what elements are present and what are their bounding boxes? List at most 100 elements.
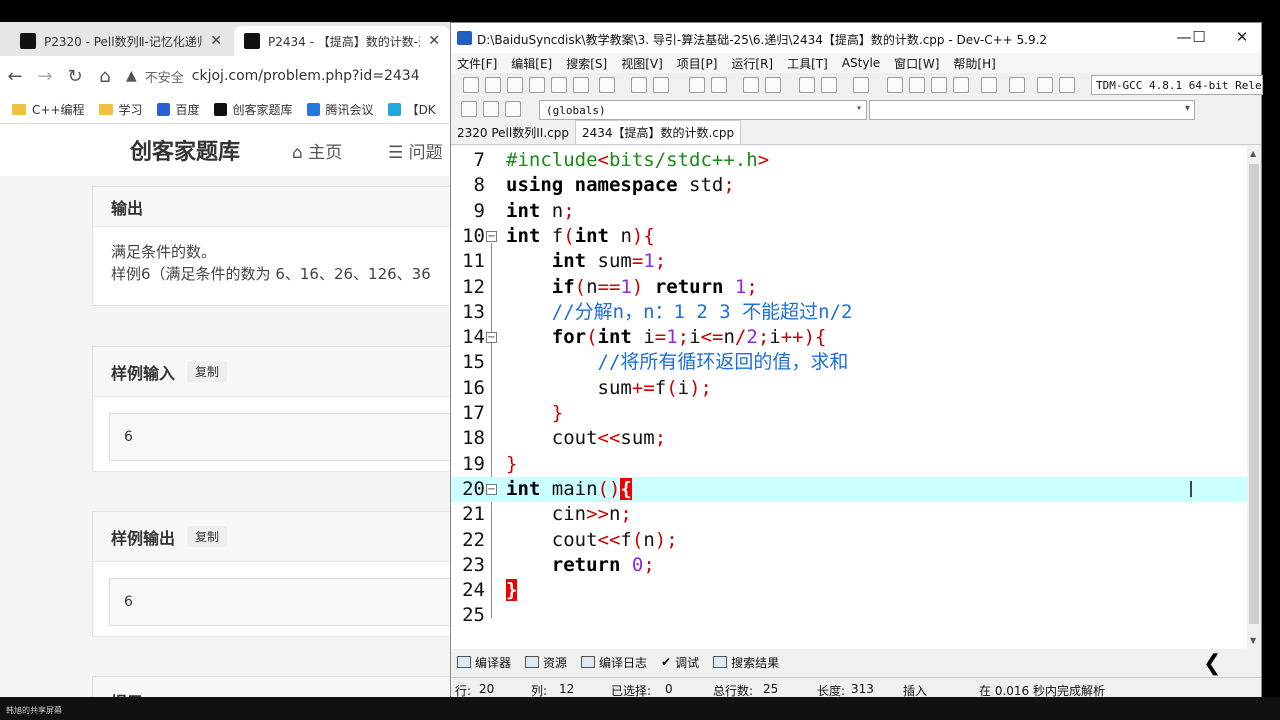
card-header: 样例输入 复制 [93,347,460,397]
tab-debug[interactable]: ✔ 调试 [661,654,699,671]
window-titlebar: D:\BaiduSyncdisk\教学教案\3. 导引-算法基础-25\6.递归… [451,23,1261,53]
code-line: 25 [462,604,485,627]
undo-icon[interactable] [631,77,647,93]
forward-arrow-icon[interactable]: → [30,66,60,87]
scroll-up-icon[interactable]: ▲ [1250,149,1256,158]
site-logo[interactable]: 创客家题库 [130,134,240,166]
save-icon[interactable] [507,77,523,93]
scroll-down-icon[interactable]: ▼ [1250,636,1256,645]
menu-run[interactable]: 运行[R] [731,55,773,72]
tencent-meeting-icon [306,103,320,116]
chart-icon[interactable] [1037,77,1053,93]
bottom-panel-tabs: 编译器 资源 编译日志 ✔ 调试 搜索结果 [451,649,1261,675]
scope-select[interactable]: (globals) ▾ [539,100,867,120]
copy-button[interactable]: 复制 [187,361,228,382]
menu-astyle[interactable]: AStyle [842,56,880,70]
redo-icon[interactable] [653,77,669,93]
fold-toggle-icon[interactable]: − [486,332,497,344]
rebuild-icon[interactable] [953,77,969,93]
bookmark-icon[interactable] [853,77,869,93]
menu-window[interactable]: 窗口[W] [894,55,939,72]
home-icon[interactable]: ⌂ [90,66,120,87]
symbol-select[interactable]: ▾ [869,100,1195,120]
goto-class-icon[interactable] [483,101,499,117]
resource-icon [525,656,540,668]
sample-input-card: 样例输入 复制 6 [92,346,460,472]
maximize-icon[interactable]: ☐ [1184,28,1214,46]
browser-tab-p2434[interactable]: P2434 - 【提高】数的计数-递推 ✕ [234,26,450,56]
tab-compiler[interactable]: 编译器 [457,654,511,671]
copy-button[interactable]: 复制 [187,526,228,547]
chevron-left-icon[interactable]: ❮ [1203,651,1221,676]
compile-icon[interactable] [887,77,903,93]
print-icon[interactable] [599,77,615,93]
bookmark-dk[interactable]: 【DK [387,101,436,118]
check-icon: ✔ [661,655,672,669]
bookmark-tencent-meeting[interactable]: 腾讯会议 [306,101,374,118]
browser-tab-p2320[interactable]: P2320 - Pell数列Ⅱ-记忆化递归 ✕ [10,26,232,56]
tab-compile-log[interactable]: 编译日志 [581,654,647,671]
profile-icon[interactable] [1059,77,1075,93]
tab-file-2320[interactable]: 2320 Pell数列II.cpp [451,121,575,144]
fold-toggle-icon[interactable]: − [486,483,497,495]
menu-edit[interactable]: 编辑[E] [511,55,552,72]
address-bar[interactable]: ▲ 不安全 ckjoj.com/problem.php?id=2434 [126,67,420,86]
goto-next-icon[interactable] [821,77,837,93]
window-title: D:\BaiduSyncdisk\教学教案\3. 导引-算法基础-25\6.递归… [477,33,1048,47]
close-file-icon[interactable] [551,77,567,93]
close-icon[interactable]: ✕ [428,33,440,49]
tab-title: P2434 - 【提高】数的计数-递推 [268,34,420,49]
find-icon[interactable] [689,77,705,93]
close-icon[interactable]: ✕ [1227,28,1257,46]
save-all-icon[interactable] [529,77,545,93]
insert-icon[interactable] [505,101,521,117]
tab-search-results[interactable]: 搜索结果 [713,654,779,671]
compiler-select[interactable]: TDM-GCC 4.8.1 64-bit Release [1091,75,1263,95]
replace-icon[interactable] [711,77,727,93]
indent-icon[interactable] [743,77,759,93]
reload-icon[interactable]: ↻ [60,66,90,87]
menu-search[interactable]: 搜索[S] [566,55,607,72]
code-editor[interactable]: 7 #include<bits/stdc++.h> 8 using namespac… [451,146,1247,649]
code-line: 14− for(int i=1;i<=n/2;i++){ [462,326,827,349]
menu-file[interactable]: 文件[F] [457,55,497,72]
bookmark-cpp[interactable]: C++编程 [12,101,85,118]
chart-icon [581,656,596,668]
scroll-thumb[interactable] [1249,164,1259,624]
bookmark-study[interactable]: 学习 [98,101,143,118]
stop-icon[interactable] [1009,77,1025,93]
menu-view[interactable]: 视图[V] [621,55,663,72]
grid-icon [457,656,471,668]
url-text[interactable]: ckjoj.com/problem.php?id=2434 [192,68,420,84]
menu-tools[interactable]: 工具[T] [787,55,828,72]
run-icon[interactable] [909,77,925,93]
close-icon[interactable]: ✕ [210,33,222,49]
new-file-icon[interactable] [463,77,479,93]
check-syntax-icon[interactable] [981,77,997,93]
back-arrow-icon[interactable]: ← [0,66,30,87]
close-all-icon[interactable] [573,77,589,93]
card-title: 输出 [111,198,144,218]
menu-project[interactable]: 项目[P] [677,55,718,72]
code-line: 9 int n; [473,199,575,222]
new-class-icon[interactable] [461,101,477,117]
tab-file-2434[interactable]: 2434【提高】数的计数.cpp [574,120,742,144]
vertical-scrollbar[interactable]: ▲ ▼ [1247,146,1261,649]
bookmark-baidu[interactable]: 百度 [156,101,200,118]
unindent-icon[interactable] [765,77,781,93]
bookmark-ckj[interactable]: 创客家题库 [213,101,293,118]
goto-prev-icon[interactable] [799,77,815,93]
compile-run-icon[interactable] [931,77,947,93]
nav-home-link[interactable]: ⌂ 主页 [292,138,342,163]
site-header: 创客家题库 ⌂ 主页 ☰ 问题 [0,124,460,176]
browser-toolbar: ← → ↻ ⌂ ▲ 不安全 ckjoj.com/problem.php?id=2… [0,56,460,96]
code-line: 7 #include<bits/stdc++.h> [473,149,770,171]
open-file-icon[interactable] [485,77,501,93]
warning-icon: ▲ [126,68,137,84]
nav-problems-link[interactable]: ☰ 问题 [388,138,443,163]
code-line: 16 sum+=f(i); [462,376,712,399]
chevron-down-icon: ▾ [855,103,862,114]
tab-resources[interactable]: 资源 [525,654,567,671]
fold-toggle-icon[interactable]: − [486,230,497,242]
menu-help[interactable]: 帮助[H] [953,55,995,72]
